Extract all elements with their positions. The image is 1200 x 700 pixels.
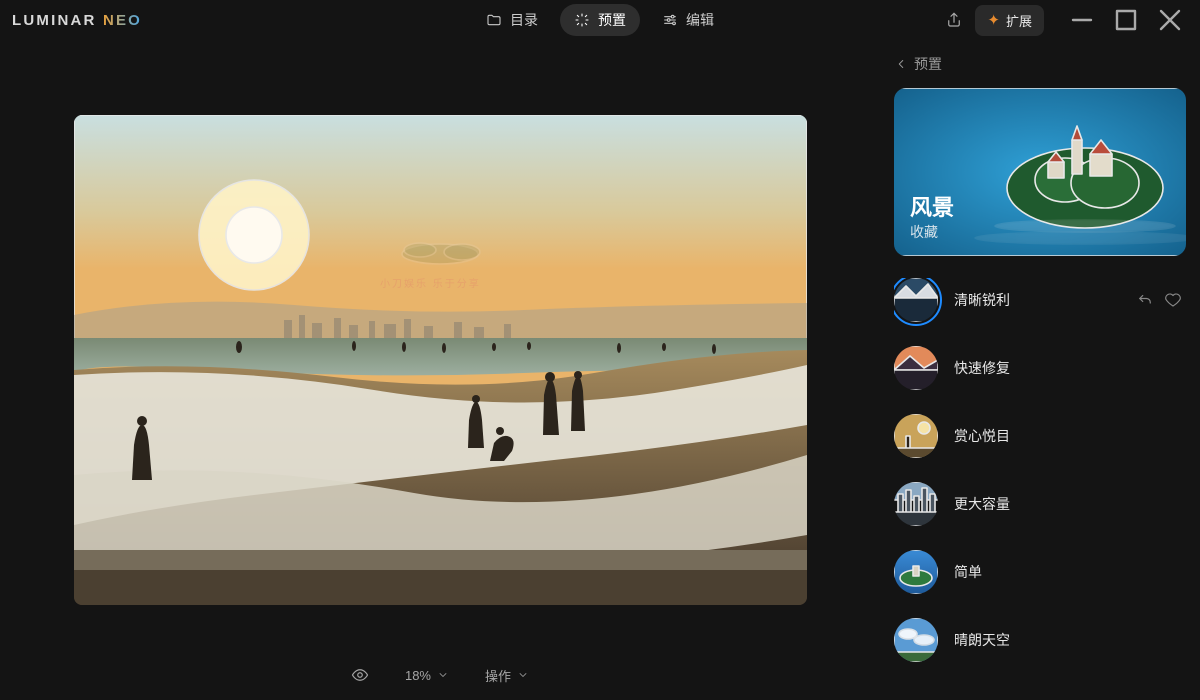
preset-name: 更大容量	[954, 494, 1182, 514]
nav-presets[interactable]: 预置	[560, 4, 640, 36]
preset-item[interactable]: 清晰锐利	[894, 278, 1182, 322]
main: 小刀娱乐 乐于分享 18% 操作 预置	[0, 40, 1200, 700]
preset-item[interactable]: 更大容量	[894, 482, 1182, 526]
preset-name: 简单	[954, 562, 1182, 582]
extensions-label: 扩展	[1006, 11, 1032, 30]
undo-icon[interactable]	[1136, 291, 1154, 309]
puzzle-icon: ✦	[987, 11, 1000, 29]
viewer-footer: 18% 操作	[30, 650, 850, 700]
preset-item[interactable]: 简单	[894, 550, 1182, 594]
nav-catalog[interactable]: 目录	[472, 4, 552, 36]
window-close[interactable]	[1152, 6, 1188, 34]
preset-list: 清晰锐利快速修复赏心悦目更大容量简单晴朗天空	[894, 278, 1186, 700]
sliders-icon	[662, 12, 678, 28]
chevron-left-icon	[894, 57, 908, 71]
sidebar-back[interactable]: 预置	[894, 54, 1186, 74]
zoom-dropdown[interactable]: 18%	[405, 668, 449, 683]
nav-edit-label: 编辑	[686, 10, 714, 30]
share-icon[interactable]	[945, 11, 963, 29]
window-minimize[interactable]	[1064, 6, 1100, 34]
visibility-toggle[interactable]	[351, 666, 369, 684]
preset-name: 晴朗天空	[954, 630, 1182, 650]
sidebar: 预置	[880, 40, 1200, 700]
ops-dropdown[interactable]: 操作	[485, 666, 529, 685]
titlebar: LUMINAR NEO 目录 预置 编辑 ✦ 扩展	[0, 0, 1200, 40]
preset-thumb	[894, 550, 938, 594]
preset-name: 快速修复	[954, 358, 1182, 378]
folder-icon	[486, 12, 502, 28]
viewer: 小刀娱乐 乐于分享 18% 操作	[0, 40, 880, 700]
preset-hero[interactable]: 风景 收藏	[894, 88, 1186, 256]
preset-thumb	[894, 414, 938, 458]
hero-title: 风景	[910, 190, 954, 222]
sparkle-icon	[574, 12, 590, 28]
preset-item[interactable]: 晴朗天空	[894, 618, 1182, 662]
preset-thumb	[894, 346, 938, 390]
preset-name: 赏心悦目	[954, 426, 1182, 446]
preset-thumb	[894, 482, 938, 526]
heart-icon[interactable]	[1164, 291, 1182, 309]
preset-thumb	[894, 278, 938, 322]
nav-catalog-label: 目录	[510, 10, 538, 30]
window-maximize[interactable]	[1108, 6, 1144, 34]
hero-subtitle: 收藏	[910, 222, 954, 242]
preset-thumb	[894, 618, 938, 662]
sidebar-back-label: 预置	[914, 54, 942, 74]
preset-item[interactable]: 快速修复	[894, 346, 1182, 390]
app-logo: LUMINAR NEO	[12, 12, 142, 29]
preset-item[interactable]: 赏心悦目	[894, 414, 1182, 458]
nav-presets-label: 预置	[598, 10, 626, 30]
top-nav: 目录 预置 编辑	[472, 4, 728, 36]
nav-edit[interactable]: 编辑	[648, 4, 728, 36]
extensions-button[interactable]: ✦ 扩展	[975, 5, 1044, 36]
preset-name: 清晰锐利	[954, 290, 1120, 310]
image-canvas[interactable]	[74, 115, 807, 605]
